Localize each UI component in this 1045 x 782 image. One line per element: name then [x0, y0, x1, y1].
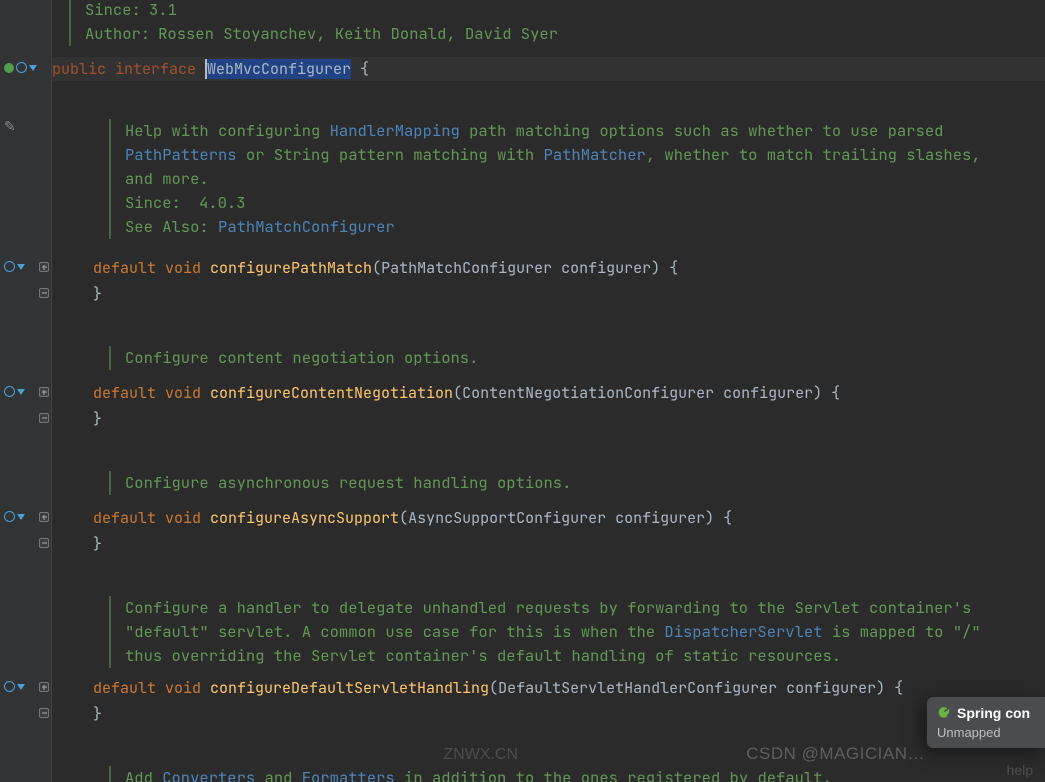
popup-title: Spring con	[957, 705, 1030, 721]
method-configureAsyncSupport: default void configureAsyncSupport(Async…	[93, 506, 1045, 530]
fold-toggle-end[interactable]	[39, 413, 49, 423]
seealso-label: See Also:	[125, 216, 218, 237]
method-configurePathMatch: default void configurePathMatch(PathMatc…	[93, 256, 1045, 280]
close-brace: }	[93, 532, 1045, 556]
since-label: Since:	[125, 191, 191, 215]
method-configureContentNegotiation: default void configureContentNegotiation…	[93, 381, 1045, 405]
javadoc-m3: Configure asynchronous request handling …	[109, 471, 1025, 495]
fold-toggle[interactable]	[39, 262, 49, 272]
fold-toggle-end[interactable]	[39, 708, 49, 718]
doc-link-DispatcherServlet[interactable]: DispatcherServlet	[664, 621, 822, 642]
fold-toggle-end[interactable]	[39, 288, 49, 298]
javadoc-m2: Configure content negotiation options.	[109, 346, 1025, 370]
since-value: 3.1	[149, 0, 177, 22]
interface-declaration: public interface WebMvcConfigurer {	[52, 57, 1045, 81]
author-label: Author:	[85, 22, 150, 46]
fold-toggle-end[interactable]	[39, 538, 49, 548]
doc-link-PathPatterns[interactable]: PathPatterns	[125, 144, 237, 165]
code-editor[interactable]: Since: 3.1 Author: Rossen Stoyanchev, Keit…	[52, 0, 1045, 782]
spring-popup[interactable]: Spring con Unmapped	[927, 697, 1045, 748]
close-brace: }	[93, 407, 1045, 431]
fold-toggle[interactable]	[39, 387, 49, 397]
close-brace: }	[93, 702, 1045, 726]
close-brace: }	[93, 282, 1045, 306]
javadoc-m4: Configure a handler to delegate unhandle…	[109, 596, 1025, 668]
spring-icon	[937, 706, 951, 720]
doc-link-PathMatchConfigurer[interactable]: PathMatchConfigurer	[218, 216, 395, 237]
interface-name: WebMvcConfigurer	[207, 59, 351, 79]
doc-link-Formatters[interactable]: Formatters	[302, 767, 395, 782]
javadoc-m1: Help with configuring HandlerMapping pat…	[109, 119, 1025, 239]
gutter-impl-m2[interactable]	[4, 386, 25, 397]
javadoc-interface: Since: 3.1 Author: Rossen Stoyanchev, Keit…	[69, 0, 1025, 46]
fold-toggle[interactable]	[39, 682, 49, 692]
gutter-impl-m3[interactable]	[4, 511, 25, 522]
method-configureDefaultServletHandling: default void configureDefaultServletHand…	[93, 676, 1045, 700]
gutter-edit-icon[interactable]: ✎	[4, 118, 16, 135]
since-label: Since:	[85, 0, 141, 22]
gutter-impl-m1[interactable]	[4, 261, 25, 272]
popup-subtitle: Unmapped	[937, 725, 1037, 740]
author-value: Rossen Stoyanchev, Keith Donald, David S…	[158, 22, 558, 46]
fold-toggle[interactable]	[39, 512, 49, 522]
gutter-impl-interface[interactable]	[4, 62, 37, 73]
gutter-impl-m4[interactable]	[4, 681, 25, 692]
javadoc-m5: Add Converters and Formatters in additio…	[109, 766, 1025, 782]
doc-link-HandlerMapping[interactable]: HandlerMapping	[330, 120, 460, 141]
doc-link-Converters[interactable]: Converters	[162, 767, 255, 782]
doc-link-PathMatcher[interactable]: PathMatcher	[544, 144, 646, 165]
